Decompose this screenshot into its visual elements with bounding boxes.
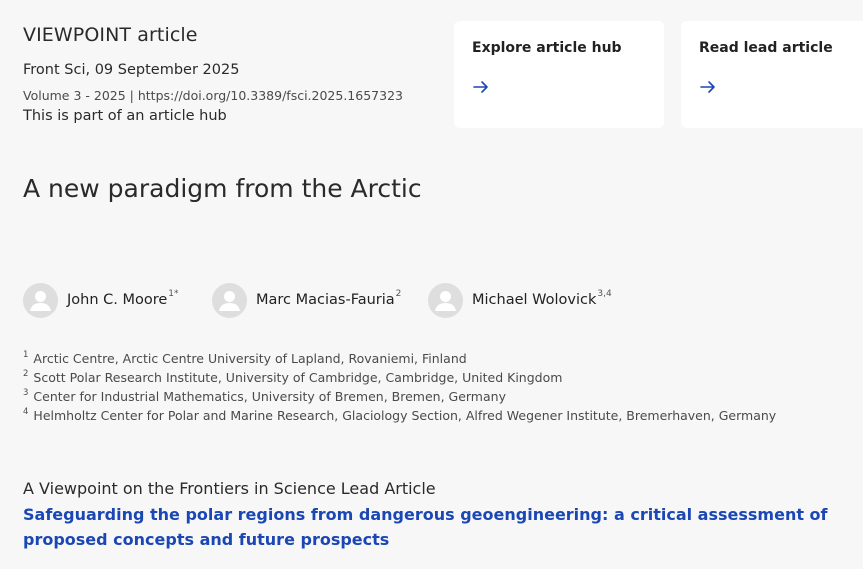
affiliation-list: 1 Arctic Centre, Arctic Centre University…	[23, 349, 776, 425]
affiliation-text: Scott Polar Research Institute, Universi…	[33, 370, 563, 385]
author-name: Michael Wolovick3,4	[472, 289, 612, 308]
affiliation-number: 1	[23, 350, 29, 360]
author-name: John C. Moore1*	[67, 289, 179, 308]
lead-article-label: A Viewpoint on the Frontiers in Science …	[23, 479, 436, 498]
hub-note: This is part of an article hub	[23, 108, 227, 124]
read-lead-article-label: Read lead article	[699, 40, 833, 56]
read-lead-article-card[interactable]: Read lead article	[681, 21, 863, 128]
affiliation-number: 4	[23, 407, 29, 417]
explore-article-hub-label: Explore article hub	[472, 40, 622, 56]
avatar	[428, 283, 463, 318]
user-placeholder-icon	[219, 291, 240, 311]
user-placeholder-icon	[435, 291, 456, 311]
affiliation-text: Arctic Centre, Arctic Centre University …	[33, 351, 467, 366]
article-title: A new paradigm from the Arctic	[23, 174, 422, 203]
volume-text: Volume 3 - 2025 |	[23, 88, 138, 103]
affiliation-item: 4 Helmholtz Center for Polar and Marine R…	[23, 406, 776, 425]
avatar	[23, 283, 58, 318]
arrow-right-icon	[473, 81, 488, 93]
journal-date: Front Sci, 09 September 2025	[23, 62, 240, 78]
user-placeholder-icon	[30, 291, 51, 311]
author-affil-sup: 3,4	[597, 289, 612, 299]
lead-article-link[interactable]: Safeguarding the polar regions from dang…	[23, 502, 853, 552]
doi-link[interactable]: https://doi.org/10.3389/fsci.2025.165732…	[138, 88, 403, 103]
article-type: VIEWPOINT article	[23, 24, 198, 46]
author-affil-sup: 2	[395, 289, 402, 299]
author-name-text: John C. Moore	[67, 292, 168, 308]
author-name: Marc Macias-Fauria2	[256, 289, 402, 308]
author-name-text: Michael Wolovick	[472, 292, 597, 308]
author-affil-sup: 1*	[168, 289, 179, 299]
author-name-text: Marc Macias-Fauria	[256, 292, 395, 308]
explore-article-hub-card[interactable]: Explore article hub	[454, 21, 664, 128]
affiliation-item: 1 Arctic Centre, Arctic Centre University…	[23, 349, 776, 368]
volume-line: Volume 3 - 2025 | https://doi.org/10.338…	[23, 88, 403, 103]
affiliation-text: Center for Industrial Mathematics, Unive…	[33, 389, 506, 404]
affiliation-item: 2 Scott Polar Research Institute, Univers…	[23, 368, 776, 387]
affiliation-item: 3 Center for Industrial Mathematics, Univ…	[23, 387, 776, 406]
affiliation-number: 3	[23, 388, 29, 398]
affiliation-number: 2	[23, 369, 29, 379]
affiliation-text: Helmholtz Center for Polar and Marine Re…	[33, 408, 777, 423]
arrow-right-icon	[700, 81, 715, 93]
avatar	[212, 283, 247, 318]
